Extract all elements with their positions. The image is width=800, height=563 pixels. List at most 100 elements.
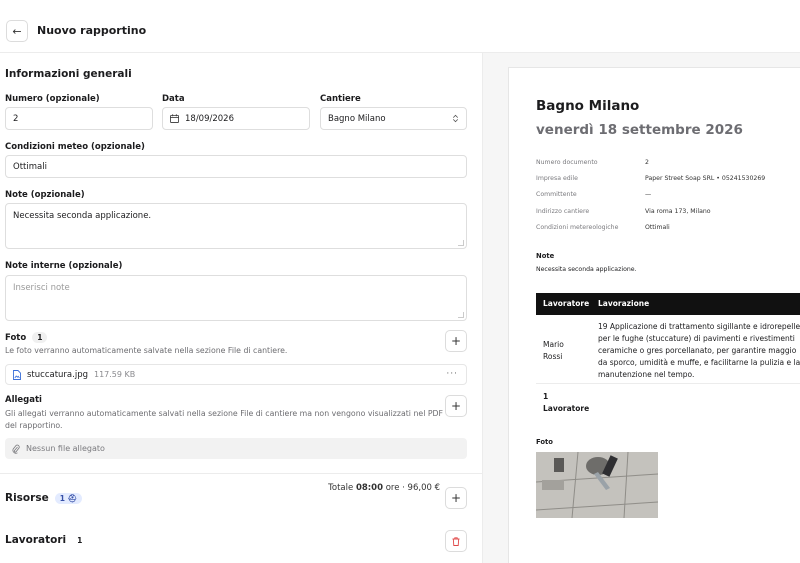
section-title-general: Informazioni generali — [5, 68, 132, 80]
pdf-preview-pane: Bagno Milano venerdì 18 settembre 2026 N… — [483, 53, 800, 563]
doc-date: venerdì 18 settembre 2026 — [536, 122, 743, 138]
note-interne-placeholder: Inserisci note — [13, 283, 70, 293]
section-divider — [0, 473, 483, 474]
report-form: Informazioni generali Numero (opzionale)… — [0, 53, 483, 563]
meta-key: Condizioni metereologiche — [536, 224, 619, 231]
workers-table-header: Lavoratore Lavorazione — [536, 293, 800, 315]
total-hours: 08:00 — [355, 483, 383, 493]
worker-first-name: Mario — [543, 340, 564, 349]
date-picker[interactable]: 18/09/2026 — [162, 107, 310, 130]
file-name: stuccatura.jpg — [27, 369, 88, 380]
workers-count-summary: 1 Lavoratore — [543, 391, 589, 415]
meta-value: 2 — [645, 159, 649, 166]
workers-total: Totale 08:00 ore · 96,00 € — [328, 483, 440, 493]
pdf-preview-document: Bagno Milano venerdì 18 settembre 2026 N… — [508, 67, 800, 563]
meta-key: Numero documento — [536, 159, 598, 166]
trash-icon — [452, 536, 460, 546]
meta-key: Impresa edile — [536, 175, 578, 182]
page-title: Nuovo rapportino — [37, 24, 147, 37]
date-value: 18/09/2026 — [185, 113, 234, 124]
lavoratori-label: Lavoratori — [5, 534, 67, 546]
col-work: Lavorazione — [598, 299, 650, 308]
resize-grip-icon[interactable] — [458, 240, 464, 246]
photo-file-row[interactable]: stuccatura.jpg 117.59 KB ··· — [5, 364, 467, 385]
stuccatura-photo — [536, 452, 658, 518]
meta-key: Committente — [536, 191, 577, 198]
meta-value: Via roma 173, Milano — [645, 208, 711, 215]
meteo-label: Condizioni meteo (opzionale) — [5, 142, 145, 152]
meta-key: Indirizzo cantiere — [536, 208, 590, 215]
numero-label: Numero (opzionale) — [5, 94, 100, 104]
foto-label-text: Foto — [5, 333, 27, 343]
meta-value: — — [645, 191, 652, 198]
attachments-empty: Nessun file allegato — [5, 438, 467, 459]
plus-icon: + — [450, 334, 462, 348]
total-suffix: ore · 96,00 € — [383, 483, 440, 493]
desc-line: da sporco, umidità e muffe, e facilitarn… — [598, 358, 800, 367]
desc-line: 19 Applicazione di trattamento sigillant… — [598, 322, 800, 331]
workers-count: 1 — [77, 536, 83, 545]
note-interne-label: Note interne (opzionale) — [5, 261, 123, 271]
add-attachment-button[interactable]: + — [445, 395, 467, 417]
worker-last-name: Rossi — [543, 352, 563, 361]
add-resource-button[interactable]: + — [445, 487, 467, 509]
image-file-icon — [13, 369, 21, 380]
desc-line: ceramiche o gres porcellanato, per garan… — [598, 346, 797, 355]
meteo-input[interactable]: Ottimali — [5, 155, 467, 178]
count-label: Lavoratore — [543, 404, 590, 413]
doc-note-label: Note — [536, 252, 555, 260]
worker-name: Mario Rossi — [543, 339, 588, 363]
foto-hint: Le foto verranno automaticamente salvate… — [5, 346, 288, 355]
meteo-value: Ottimali — [13, 161, 47, 172]
meta-value: Paper Street Soap SRL • 05241530269 — [645, 175, 766, 182]
cantiere-select[interactable]: Bagno Milano — [320, 107, 467, 130]
cantiere-label: Cantiere — [320, 94, 361, 104]
doc-foto-label: Foto — [536, 438, 553, 446]
chevron-up-down-icon — [452, 114, 459, 123]
numero-value: 2 — [13, 113, 19, 124]
data-label: Data — [162, 94, 185, 104]
more-options-icon[interactable]: ··· — [446, 369, 458, 379]
total-prefix: Totale — [328, 483, 356, 493]
hard-hat-icon: ⛑ — [67, 494, 78, 503]
add-photo-button[interactable]: + — [445, 330, 467, 352]
back-button[interactable]: ← — [6, 20, 28, 42]
desc-line: manutenzione nel tempo. — [598, 370, 695, 379]
allegati-hint-line1: Gli allegati verranno automaticamente sa… — [5, 409, 444, 418]
allegati-label: Allegati — [5, 395, 42, 405]
doc-note-value: Necessita seconda applicazione. — [536, 266, 637, 273]
plus-icon: + — [450, 399, 462, 413]
allegati-hint: Gli allegati verranno automaticamente sa… — [5, 408, 443, 432]
top-bar: ← Nuovo rapportino — [0, 0, 800, 53]
allegati-hint-line2: del rapportino. — [5, 421, 63, 430]
plus-icon: + — [450, 491, 462, 505]
arrow-left-icon: ← — [12, 24, 22, 38]
paperclip-icon — [12, 444, 20, 454]
foto-count-badge: 1 — [32, 332, 48, 343]
work-description: 19 Applicazione di trattamento sigillant… — [598, 321, 800, 381]
foto-label: Foto 1 — [5, 332, 48, 343]
no-file-text: Nessun file allegato — [26, 444, 105, 453]
cantiere-value: Bagno Milano — [328, 113, 386, 124]
col-worker: Lavoratore — [543, 299, 590, 308]
resize-grip-icon[interactable] — [458, 312, 464, 318]
section-title-resources: Risorse 1 ⛑ — [5, 492, 83, 504]
tile-floor-image — [536, 452, 658, 518]
desc-line: per le fughe (stuccature) di pavimenti e… — [598, 334, 795, 343]
note-label: Note (opzionale) — [5, 190, 85, 200]
note-value: Necessita seconda applicazione. — [13, 211, 152, 221]
numero-input[interactable]: 2 — [5, 107, 153, 130]
delete-workers-button[interactable] — [445, 530, 467, 552]
note-textarea[interactable]: Necessita seconda applicazione. — [5, 203, 467, 249]
meta-value: Ottimali — [645, 224, 670, 231]
table-row: Mario Rossi 19 Applicazione di trattament… — [536, 315, 800, 384]
count-number: 1 — [543, 392, 549, 401]
note-interne-textarea[interactable]: Inserisci note — [5, 275, 467, 321]
risorse-label: Risorse — [5, 492, 49, 504]
doc-title: Bagno Milano — [536, 98, 640, 114]
resources-badge: 1 ⛑ — [54, 493, 83, 504]
section-title-workers: Lavoratori 1 — [5, 534, 87, 546]
calendar-icon — [170, 114, 179, 123]
file-size: 117.59 KB — [93, 370, 136, 379]
resources-count: 1 — [59, 494, 65, 503]
